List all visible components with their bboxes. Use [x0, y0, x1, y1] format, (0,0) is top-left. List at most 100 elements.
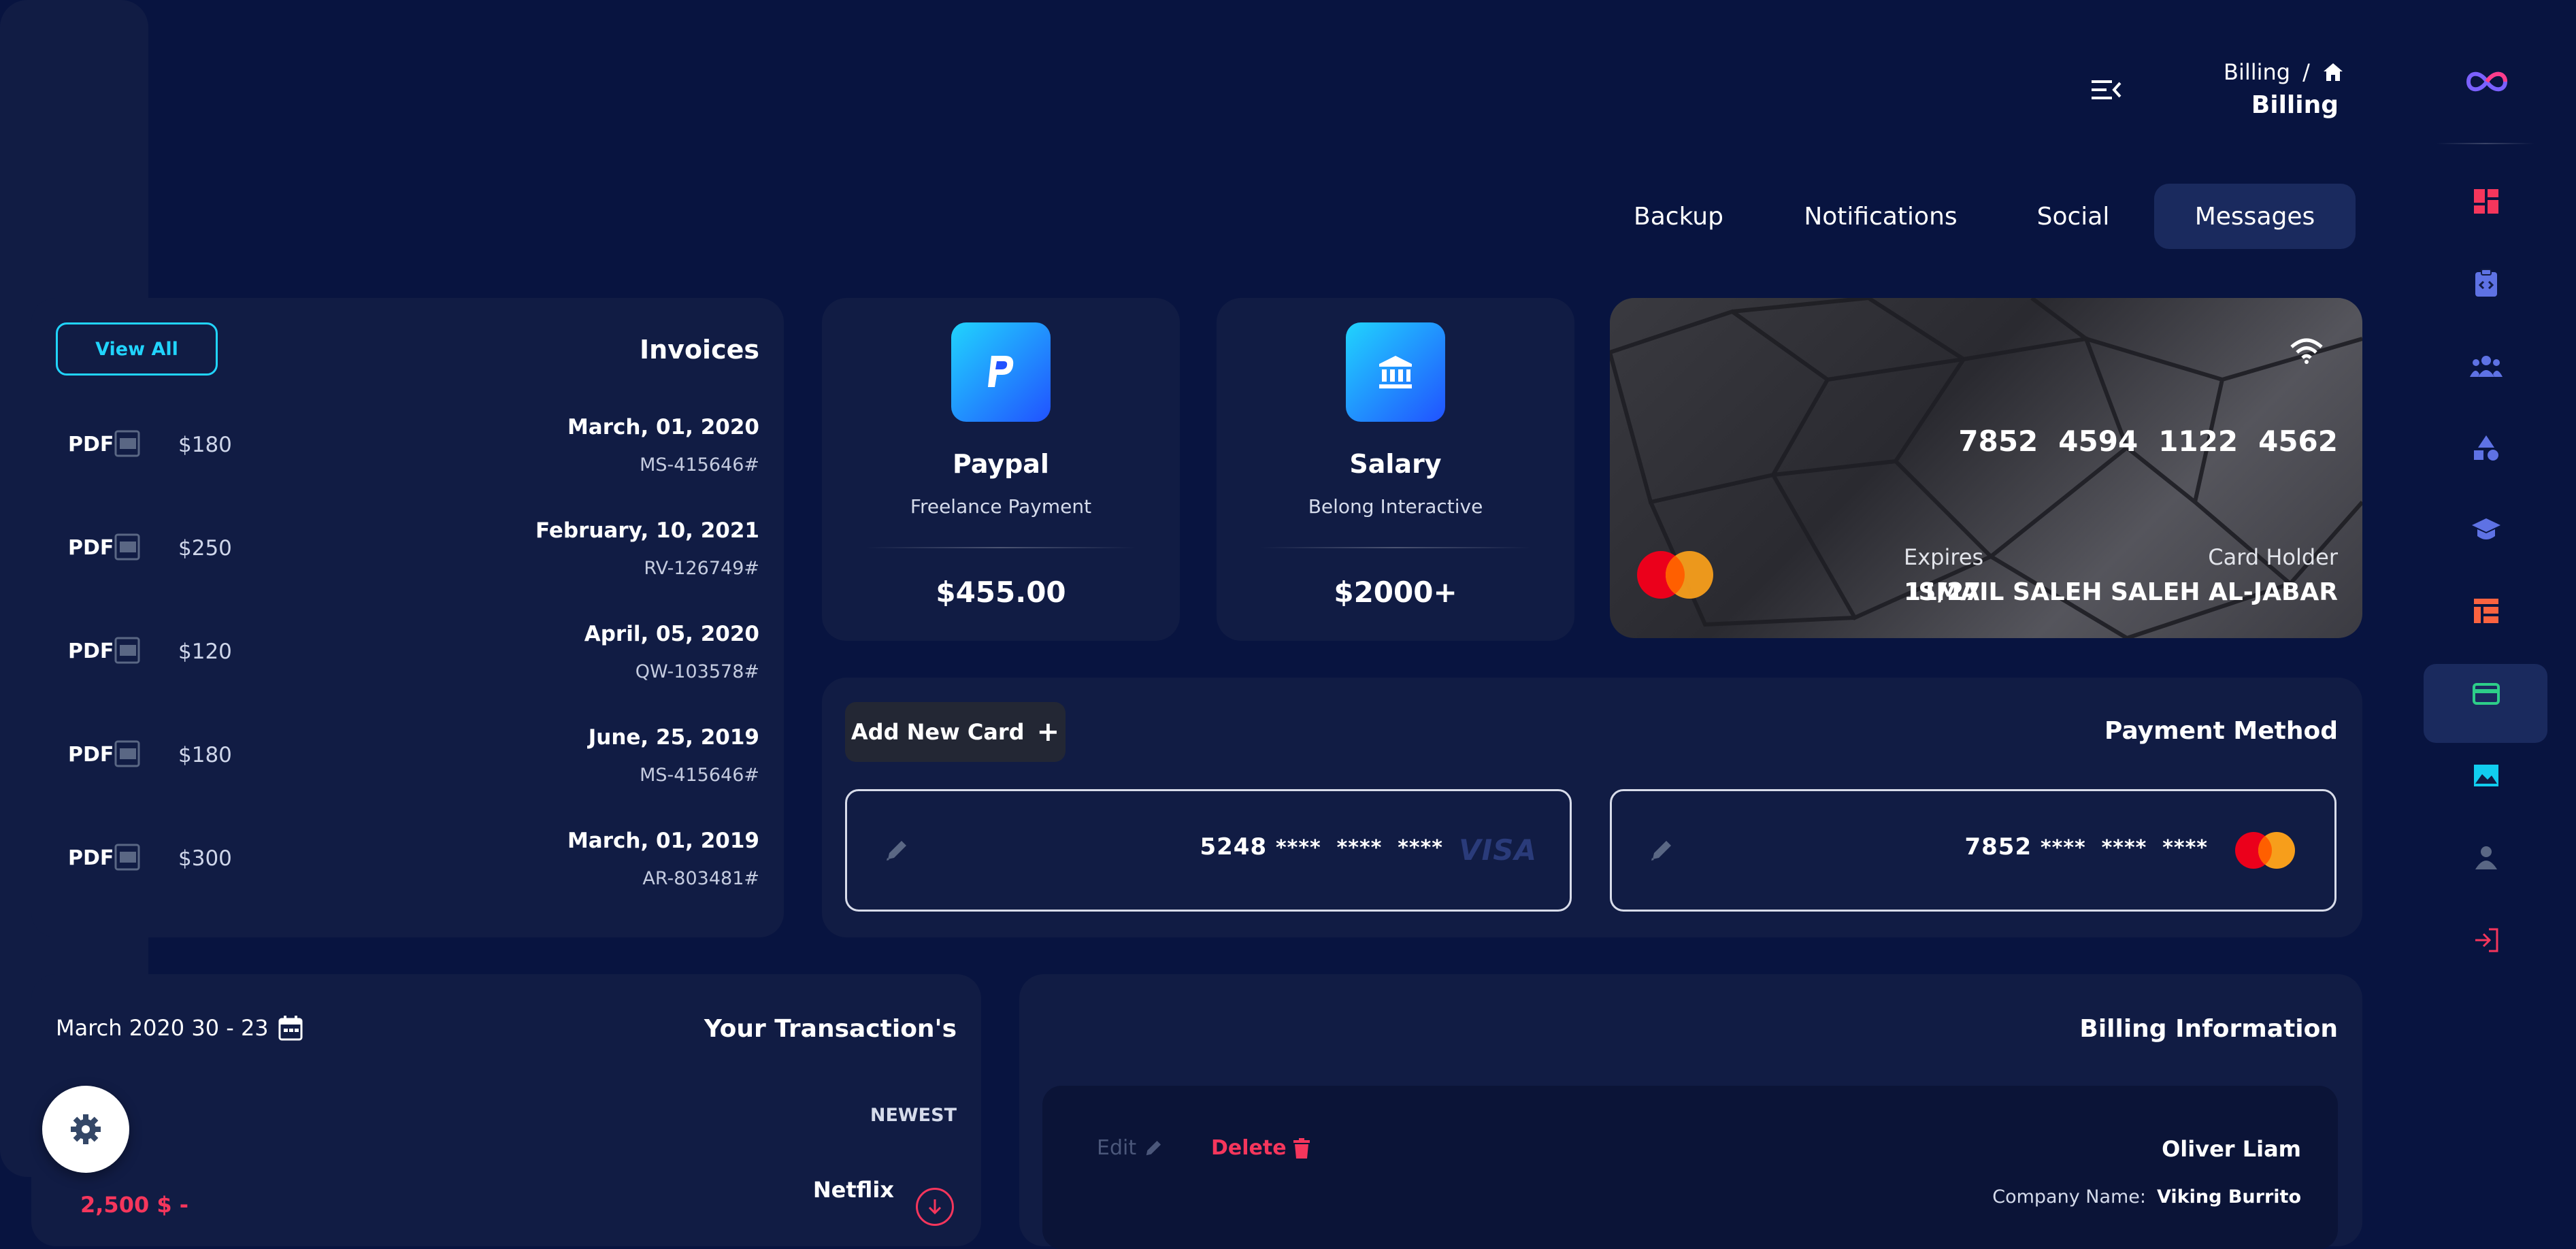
invoice-code: RV-126749#: [644, 558, 759, 579]
sidebar-divider: [2436, 143, 2535, 144]
breadcrumb-current[interactable]: Billing: [2224, 59, 2290, 85]
mastercard-logo-icon: [2235, 832, 2295, 869]
payment-method-title: Payment Method: [2104, 717, 2338, 745]
invoice-date: April, 05, 2020: [584, 622, 759, 646]
tab-social[interactable]: Social: [2028, 184, 2119, 249]
pencil-icon: [1146, 1140, 1161, 1155]
invoice-amount: $250: [178, 536, 232, 561]
billing-information-title: Billing Information: [2079, 1015, 2338, 1043]
sidebar-item-shapes[interactable]: [2466, 427, 2507, 468]
arrow-down-circle-icon: [916, 1188, 954, 1226]
view-all-button[interactable]: View All: [56, 322, 218, 376]
sidebar-item-logout[interactable]: [2466, 920, 2507, 961]
expires-label: Expires: [1904, 544, 1984, 570]
home-icon[interactable]: [2322, 62, 2344, 82]
calendar-icon[interactable]: [278, 1015, 303, 1041]
pdf-icon[interactable]: [114, 740, 140, 767]
sidebar-item-clipboard[interactable]: [2466, 263, 2507, 303]
sidebar-item-tables[interactable]: [2466, 590, 2507, 631]
salary-value: $2000+: [1334, 576, 1457, 609]
card-number-masked: 5248 **** **** ****: [1200, 833, 1443, 861]
tab-notifications[interactable]: Notifications: [1794, 184, 1968, 249]
invoice-pdf-button[interactable]: PDF: [68, 743, 114, 767]
visa-logo-icon: VISA: [1459, 833, 1537, 867]
pdf-icon[interactable]: [114, 844, 140, 871]
wifi-icon: [2289, 337, 2324, 365]
sort-label: NEWEST: [870, 1105, 957, 1126]
invoice-pdf-button[interactable]: PDF: [68, 846, 114, 870]
transactions-title: Your Transaction's: [704, 1015, 957, 1043]
card-number: 7852 4594 1122 4562: [1958, 424, 2338, 458]
paypal-value: $455.00: [936, 576, 1066, 609]
sidebar-item-billing[interactable]: [2466, 673, 2507, 714]
sign-out-icon: [2475, 928, 2498, 952]
pdf-icon[interactable]: [114, 430, 140, 457]
invoice-code: MS-415646#: [640, 765, 759, 786]
invoice-amount: $180: [178, 433, 232, 457]
divider: [865, 547, 1136, 548]
menu-toggle-icon[interactable]: [2090, 76, 2123, 103]
paypal-subtitle: Freelance Payment: [910, 495, 1092, 518]
card-holder-label: Card Holder: [2208, 544, 2338, 570]
breadcrumb-separator: /: [2302, 59, 2310, 85]
invoice-pdf-button[interactable]: PDF: [68, 536, 114, 560]
table-icon: [2474, 599, 2498, 623]
mastercard-card-item[interactable]: 7852 **** **** ****: [1610, 789, 2336, 912]
card-number-group: 1122: [2158, 424, 2239, 458]
divider: [1260, 547, 1531, 548]
edit-label: Edit: [1097, 1136, 1137, 1160]
invoices-title: Invoices: [639, 335, 759, 365]
sidebar-item-gallery[interactable]: [2466, 755, 2507, 796]
billing-name: Oliver Liam: [2162, 1136, 2301, 1162]
salary-card: Salary Belong Interactive $2000+: [1217, 298, 1574, 641]
invoice-pdf-button[interactable]: PDF: [68, 433, 114, 456]
sidebar-item-education[interactable]: [2466, 509, 2507, 550]
settings-button[interactable]: [42, 1086, 129, 1173]
clipboard-code-icon: [2475, 269, 2497, 297]
card-number-masked: 7852 **** **** ****: [1964, 833, 2208, 861]
breadcrumb: Billing /: [2224, 57, 2344, 87]
invoice-date: March, 01, 2019: [567, 829, 759, 853]
invoice-pdf-button[interactable]: PDF: [68, 639, 114, 663]
paypal-icon: [951, 322, 1051, 422]
add-new-card-button[interactable]: Add New Card +: [845, 702, 1066, 762]
tab-backup[interactable]: Backup: [1613, 184, 1745, 249]
company-value: Viking Burrito: [2157, 1186, 2301, 1208]
logo-icon[interactable]: [2463, 68, 2511, 95]
tab-messages[interactable]: Messages: [2154, 184, 2356, 249]
sidebar-item-profile[interactable]: [2466, 837, 2507, 878]
shapes-icon: [2474, 435, 2498, 461]
invoice-code: AR-803481#: [642, 868, 759, 889]
company-label: Company Name:: [1992, 1186, 2147, 1208]
image-icon: [2474, 765, 2498, 786]
pdf-icon[interactable]: [114, 533, 140, 561]
user-icon: [2475, 846, 2497, 869]
salary-title: Salary: [1349, 449, 1442, 479]
delete-label: Delete: [1211, 1136, 1287, 1160]
sidebar-item-dashboard[interactable]: [2466, 181, 2507, 222]
invoice-date: March, 01, 2020: [567, 415, 759, 439]
invoice-date: June, 25, 2019: [588, 725, 759, 750]
edit-button[interactable]: Edit: [1097, 1136, 1163, 1160]
date-range-label: March 2020 30 - 23: [56, 1015, 269, 1041]
card-number-group: 4594: [2058, 424, 2139, 458]
invoice-amount: $300: [178, 846, 232, 871]
bank-icon: [1346, 322, 1445, 422]
transaction-amount: 2,500 $ -: [80, 1192, 189, 1218]
invoice-amount: $180: [178, 743, 232, 767]
paypal-card: Paypal Freelance Payment $455.00: [822, 298, 1180, 641]
pencil-icon[interactable]: [1649, 837, 1674, 863]
sidebar-item-users[interactable]: [2466, 346, 2507, 386]
invoice-date: February, 10, 2021: [535, 518, 759, 543]
pencil-icon[interactable]: [884, 837, 910, 863]
billing-entry: [1042, 1086, 2338, 1249]
delete-button[interactable]: Delete: [1211, 1136, 1310, 1160]
users-icon: [2470, 356, 2503, 377]
paypal-title: Paypal: [953, 449, 1049, 479]
date-range: March 2020 30 - 23: [56, 1015, 303, 1041]
plus-icon: +: [1036, 716, 1060, 748]
visa-card-item[interactable]: 5248 **** **** **** VISA: [845, 789, 1572, 912]
card-number-group: 4562: [2258, 424, 2338, 458]
pdf-icon[interactable]: [114, 637, 140, 664]
transaction-name: Netflix: [812, 1177, 894, 1203]
